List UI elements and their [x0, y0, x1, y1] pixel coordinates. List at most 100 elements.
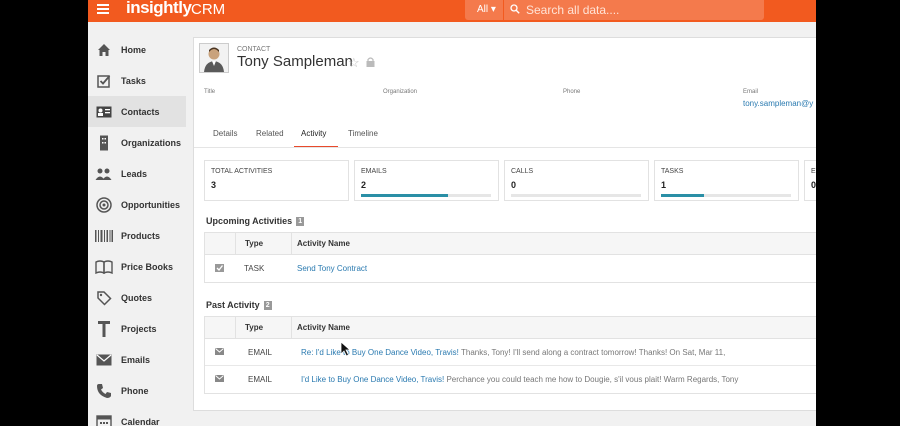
sidebar-item-leads[interactable]: Leads — [88, 158, 186, 189]
sidebar-item-quotes[interactable]: Quotes — [88, 282, 186, 313]
checkbox-icon[interactable] — [215, 264, 224, 272]
sidebar-item-organizations[interactable]: Organizations — [88, 127, 186, 158]
search-scope-label: All — [477, 4, 489, 15]
sidebar-label: Calendar — [121, 416, 160, 426]
product-name: CRM — [191, 1, 226, 18]
email-subject-link[interactable]: I'd Like to Buy One Dance Video, Travis! — [301, 375, 444, 384]
organizations-icon — [94, 133, 114, 153]
table-row[interactable]: EMAIL Re: I'd Like to Buy One Dance Vide… — [205, 339, 816, 366]
record-type-label: CONTACT — [237, 46, 271, 53]
envelope-icon — [215, 375, 224, 382]
sidebar-label: Leads — [121, 168, 148, 179]
section-title: Past Activity — [206, 300, 260, 310]
sidebar: Home Tasks Contacts Organizations Leads … — [88, 34, 186, 426]
sidebar-label: Home — [121, 44, 147, 55]
progress-bar — [661, 194, 791, 197]
brand-logo[interactable]: insightly — [126, 0, 192, 18]
record-name: Tony Sampleman — [237, 53, 353, 70]
column-header-activity-name[interactable]: Activity Name — [297, 239, 350, 248]
sidebar-item-home[interactable]: Home — [88, 34, 186, 65]
column-divider — [235, 233, 236, 255]
sidebar-label: Quotes — [121, 292, 153, 303]
mouse-cursor-icon — [340, 341, 351, 357]
stat-value: 1 — [661, 180, 667, 190]
stat-value: 3 — [211, 180, 217, 190]
stat-value: 2 — [361, 180, 367, 190]
email-snippet: Perchance you could teach me how to Doug… — [444, 375, 739, 384]
column-header-activity-name[interactable]: Activity Name — [297, 323, 350, 332]
opportunities-icon — [94, 195, 114, 215]
star-icon[interactable]: ☆ — [348, 55, 360, 71]
email-link[interactable]: tony.sampleman@y — [743, 99, 813, 108]
stat-card-emails[interactable]: EMAILS 2 — [354, 160, 499, 201]
menu-icon[interactable] — [97, 4, 109, 14]
stat-label: E — [811, 168, 816, 175]
table-row[interactable]: TASK Send Tony Contract — [205, 255, 816, 282]
products-icon — [94, 226, 114, 246]
contacts-icon — [94, 102, 114, 122]
stat-card-events[interactable]: E 0 — [804, 160, 816, 201]
upcoming-activities-table: Type Activity Name TASK Send Tony Contra… — [204, 232, 816, 283]
count-badge: 1 — [296, 217, 305, 226]
sidebar-label: Tasks — [121, 75, 146, 86]
column-divider — [291, 317, 292, 339]
projects-icon — [94, 319, 114, 339]
sidebar-item-products[interactable]: Products — [88, 220, 186, 251]
sidebar-label: Emails — [121, 354, 151, 365]
sidebar-label: Contacts — [121, 106, 160, 117]
column-header-type[interactable]: Type — [245, 239, 263, 248]
stat-label: EMAILS — [361, 168, 387, 175]
sidebar-item-calendar[interactable]: Calendar — [88, 406, 186, 426]
sidebar-item-phone[interactable]: Phone — [88, 375, 186, 406]
tab-activity[interactable]: Activity — [301, 129, 326, 138]
tab-related[interactable]: Related — [256, 129, 284, 138]
sidebar-item-emails[interactable]: Emails — [88, 344, 186, 375]
sidebar-label: Projects — [121, 323, 157, 334]
phone-icon — [94, 381, 114, 401]
sidebar-item-price-books[interactable]: Price Books — [88, 251, 186, 282]
column-divider — [291, 233, 292, 255]
stat-card-calls[interactable]: CALLS 0 — [504, 160, 649, 201]
search-icon — [510, 4, 520, 14]
record-panel: CONTACT Tony Sampleman ☆ Title Organizat… — [193, 37, 816, 411]
price-books-icon — [94, 257, 114, 277]
activity-type: EMAIL — [248, 348, 273, 357]
activity-entry: I'd Like to Buy One Dance Video, Travis!… — [301, 375, 738, 384]
sidebar-item-projects[interactable]: Projects — [88, 313, 186, 344]
column-header-type[interactable]: Type — [245, 323, 263, 332]
email-subject-link[interactable]: Re: I'd Like to Buy One Dance Video, Tra… — [301, 348, 459, 357]
sidebar-label: Opportunities — [121, 199, 180, 210]
app-window: insightly CRM All ▾ Search all data.... … — [88, 0, 816, 426]
tab-details[interactable]: Details — [213, 129, 237, 138]
lock-icon[interactable] — [366, 57, 375, 67]
sidebar-item-tasks[interactable]: Tasks — [88, 65, 186, 96]
stat-card-tasks[interactable]: TASKS 1 — [654, 160, 799, 201]
column-divider — [235, 317, 236, 339]
home-icon — [94, 40, 114, 60]
calendar-icon — [94, 412, 114, 426]
activity-link[interactable]: Send Tony Contract — [297, 264, 367, 273]
table-row[interactable]: EMAIL I'd Like to Buy One Dance Video, T… — [205, 366, 816, 393]
count-badge: 2 — [263, 301, 272, 310]
sidebar-label: Phone — [121, 385, 149, 396]
tab-timeline[interactable]: Timeline — [348, 129, 378, 138]
title-field-label: Title — [204, 89, 216, 95]
sidebar-item-opportunities[interactable]: Opportunities — [88, 189, 186, 220]
email-field-label: Email — [743, 89, 759, 95]
search-scope-select[interactable]: All ▾ — [465, 0, 503, 20]
stat-label: TASKS — [661, 168, 684, 175]
table-header: Type Activity Name — [205, 317, 816, 339]
progress-fill — [361, 194, 449, 197]
emails-icon — [94, 350, 114, 370]
stat-card-total[interactable]: TOTAL ACTIVITIES 3 — [204, 160, 349, 201]
phone-field-label: Phone — [563, 89, 581, 95]
tabs-divider — [194, 147, 816, 148]
global-search-input[interactable]: Search all data.... — [504, 0, 764, 20]
top-bar: insightly CRM All ▾ Search all data.... — [88, 0, 816, 22]
organization-field-label: Organization — [383, 89, 418, 95]
stat-label: TOTAL ACTIVITIES — [211, 168, 273, 175]
tasks-icon — [94, 71, 114, 91]
sidebar-item-contacts[interactable]: Contacts — [88, 96, 186, 127]
past-activity-table: Type Activity Name EMAIL Re: I'd Like to… — [204, 316, 816, 394]
avatar[interactable] — [199, 43, 229, 73]
